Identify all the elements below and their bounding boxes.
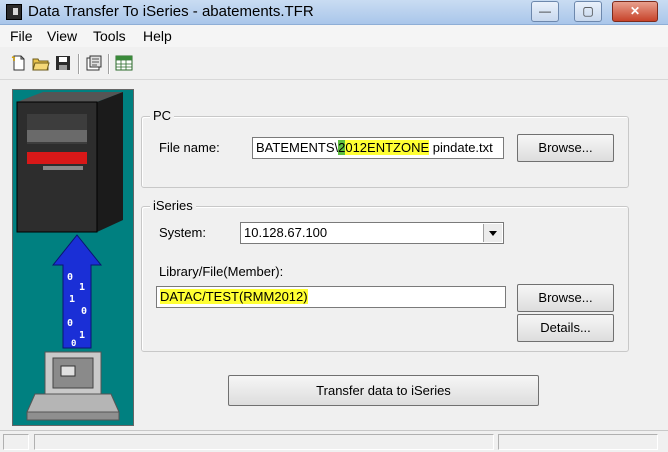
app-window: Data Transfer To iSeries - abatements.TF… <box>0 0 668 452</box>
status-pane <box>3 434 29 450</box>
svg-text:0: 0 <box>71 339 76 349</box>
library-label: Library/File(Member): <box>159 264 284 279</box>
spreadsheet-icon[interactable] <box>115 54 133 72</box>
menu-file[interactable]: File <box>10 28 33 44</box>
svg-text:0: 0 <box>67 318 73 329</box>
status-bar <box>0 430 668 452</box>
transfer-button[interactable]: Transfer data to iSeries <box>228 375 539 406</box>
menu-bar: File View Tools Help <box>0 25 668 47</box>
menu-help[interactable]: Help <box>143 28 172 44</box>
system-value: 10.128.67.100 <box>244 225 328 240</box>
iseries-group-label: iSeries <box>150 198 196 213</box>
details-label: Details... <box>540 320 591 335</box>
file-name-input[interactable]: BATEMENTS\2012ENTZONE pindate.txt <box>252 137 504 159</box>
pc-browse-label: Browse... <box>538 140 593 155</box>
menu-tools[interactable]: Tools <box>93 28 126 44</box>
app-icon <box>6 4 22 20</box>
transfer-illustration: 0 1 1 0 0 1 0 <box>12 89 134 426</box>
window-title: Data Transfer To iSeries - abatements.TF… <box>28 3 314 20</box>
dropdown-button[interactable] <box>483 224 502 242</box>
system-combobox[interactable]: 10.128.67.100 <box>240 222 504 244</box>
chevron-down-icon <box>489 231 497 236</box>
iseries-browse-button[interactable]: Browse... <box>517 284 614 312</box>
toolbar-separator <box>108 54 110 74</box>
close-button[interactable]: ✕ <box>612 1 658 22</box>
pc-browse-button[interactable]: Browse... <box>517 134 614 162</box>
svg-text:1: 1 <box>79 330 85 341</box>
new-icon[interactable] <box>10 54 28 72</box>
transfer-label: Transfer data to iSeries <box>316 383 451 398</box>
file-name-suffix: pindate.txt <box>429 140 493 155</box>
file-name-label: File name: <box>159 140 220 155</box>
server-to-pc-illustration: 0 1 1 0 0 1 0 <box>16 92 123 421</box>
pc-group-label: PC <box>150 108 175 123</box>
title-bar: Data Transfer To iSeries - abatements.TF… <box>0 0 668 25</box>
svg-text:0: 0 <box>67 272 73 283</box>
details-button[interactable]: Details... <box>517 314 614 342</box>
status-pane <box>498 434 658 450</box>
open-icon[interactable] <box>32 54 50 72</box>
save-icon[interactable] <box>54 54 72 72</box>
maximize-button[interactable]: ▢ <box>574 1 602 22</box>
iseries-browse-label: Browse... <box>538 290 593 305</box>
toolbar <box>0 49 668 80</box>
properties-icon[interactable] <box>85 54 103 72</box>
svg-text:1: 1 <box>79 282 85 293</box>
file-name-prefix: BATEMENTS\ <box>256 140 339 155</box>
toolbar-separator <box>78 54 80 74</box>
system-label: System: <box>159 225 206 240</box>
svg-text:1: 1 <box>69 294 75 305</box>
svg-text:0: 0 <box>81 306 87 317</box>
minimize-button[interactable]: — <box>531 1 559 22</box>
status-pane <box>34 434 494 450</box>
file-name-highlight: 012ENTZONE <box>345 140 430 155</box>
library-input[interactable]: DATAC/TEST(RMM2012) <box>156 286 506 308</box>
library-value: DATAC/TEST(RMM2012) <box>160 289 308 304</box>
menu-view[interactable]: View <box>47 28 77 44</box>
